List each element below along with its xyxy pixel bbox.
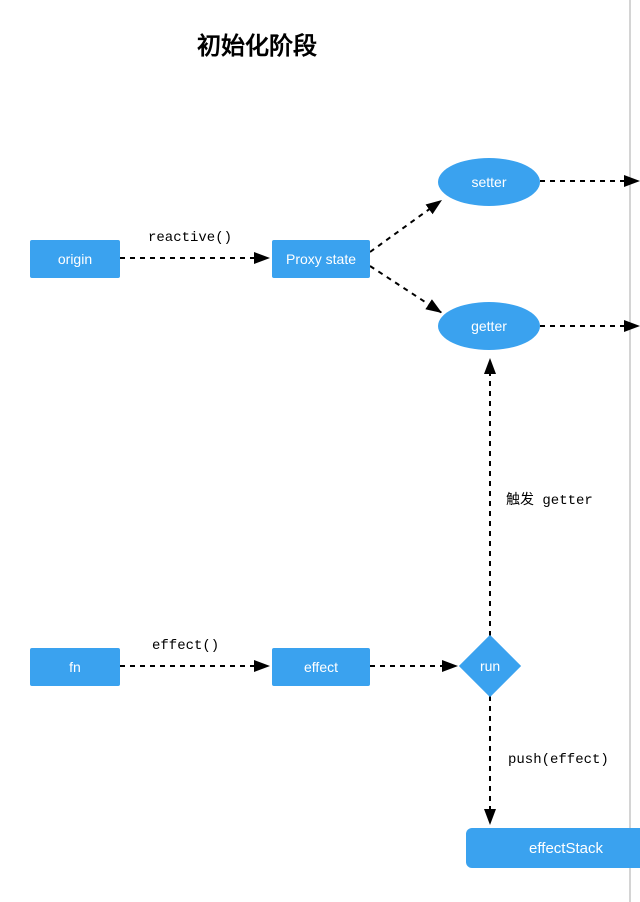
edge-label-effect-call: effect() <box>152 638 219 654</box>
node-effect-stack: effectStack <box>466 828 640 868</box>
node-effect: effect <box>272 648 370 686</box>
node-fn: fn <box>30 648 120 686</box>
node-effect-stack-label: effectStack <box>529 840 603 857</box>
edge-label-trigger-getter: 触发 getter <box>506 489 593 509</box>
node-setter-label: setter <box>471 174 506 190</box>
node-effect-label: effect <box>304 659 338 675</box>
node-origin: origin <box>30 240 120 278</box>
node-run: run <box>459 635 521 697</box>
edge-label-reactive: reactive() <box>148 230 232 246</box>
node-getter: getter <box>438 302 540 350</box>
node-proxy-state: Proxy state <box>272 240 370 278</box>
node-fn-label: fn <box>69 659 81 675</box>
node-setter: setter <box>438 158 540 206</box>
node-origin-label: origin <box>58 251 92 267</box>
node-getter-label: getter <box>471 318 507 334</box>
node-proxy-state-label: Proxy state <box>286 251 356 267</box>
node-run-label: run <box>480 658 500 674</box>
diagram-title: 初始化阶段 <box>197 26 317 61</box>
edge-label-push-effect: push(effect) <box>508 752 609 768</box>
